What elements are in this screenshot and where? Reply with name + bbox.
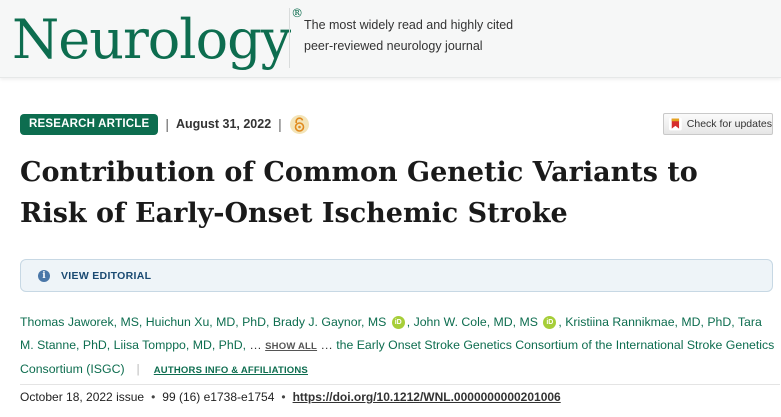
logo-text: Neurology <box>12 8 291 71</box>
check-for-updates-button[interactable]: Check for updates <box>663 113 773 135</box>
journal-logo[interactable]: Neurology® <box>12 2 303 73</box>
issue-info: October 18, 2022 issue • 99 (16) e1738-e17… <box>20 384 780 406</box>
journal-tagline: The most widely read and highly cited pe… <box>304 15 513 57</box>
meta-separator: | <box>165 116 169 132</box>
view-editorial-banner[interactable]: i VIEW EDITORIAL <box>20 259 773 292</box>
show-all-authors-link[interactable]: SHOW ALL <box>265 341 317 352</box>
view-editorial-label: VIEW EDITORIAL <box>61 269 152 282</box>
header-divider <box>289 8 290 68</box>
author-ellipsis: … <box>249 338 262 352</box>
article-type-badge: RESEARCH ARTICLE <box>20 113 159 135</box>
bullet-separator: • <box>151 390 156 404</box>
orcid-icon[interactable]: iD <box>543 316 557 329</box>
tagline-line-1: The most widely read and highly cited <box>304 18 514 32</box>
authors-affiliations-link[interactable]: AUTHORS INFO & AFFILIATIONS <box>154 365 308 376</box>
author-names-1[interactable]: Thomas Jaworek, MS, Huichun Xu, MD, PhD,… <box>20 315 386 329</box>
check-updates-label: Check for updates <box>686 118 772 130</box>
meta-separator: | <box>278 116 282 132</box>
article-meta: RESEARCH ARTICLE | August 31, 2022 | <box>20 113 309 135</box>
article-title: Contribution of Common Genetic Variants … <box>20 157 698 229</box>
crossmark-icon <box>669 117 682 131</box>
site-header: Neurology® The most widely read and high… <box>0 0 781 78</box>
orcid-icon[interactable]: iD <box>391 316 405 329</box>
bullet-separator: • <box>281 390 286 404</box>
publication-date: August 31, 2022 <box>175 117 272 131</box>
volume-pages: 99 (16) e1738-e1754 <box>162 390 275 404</box>
author-names-2[interactable]: , John W. Cole, MD, MS <box>407 315 538 329</box>
registered-mark: ® <box>291 6 303 20</box>
authors-separator: | <box>136 362 140 376</box>
author-list: Thomas Jaworek, MS, Huichun Xu, MD, PhD,… <box>20 311 775 382</box>
info-icon: i <box>38 269 50 282</box>
doi-link[interactable]: https://doi.org/10.1212/WNL.000000000020… <box>293 390 561 404</box>
author-ellipsis: … <box>320 338 333 352</box>
tagline-line-2: peer-reviewed neurology journal <box>304 39 483 53</box>
issue-date[interactable]: October 18, 2022 issue <box>20 390 144 404</box>
open-access-lock-icon <box>289 114 309 134</box>
